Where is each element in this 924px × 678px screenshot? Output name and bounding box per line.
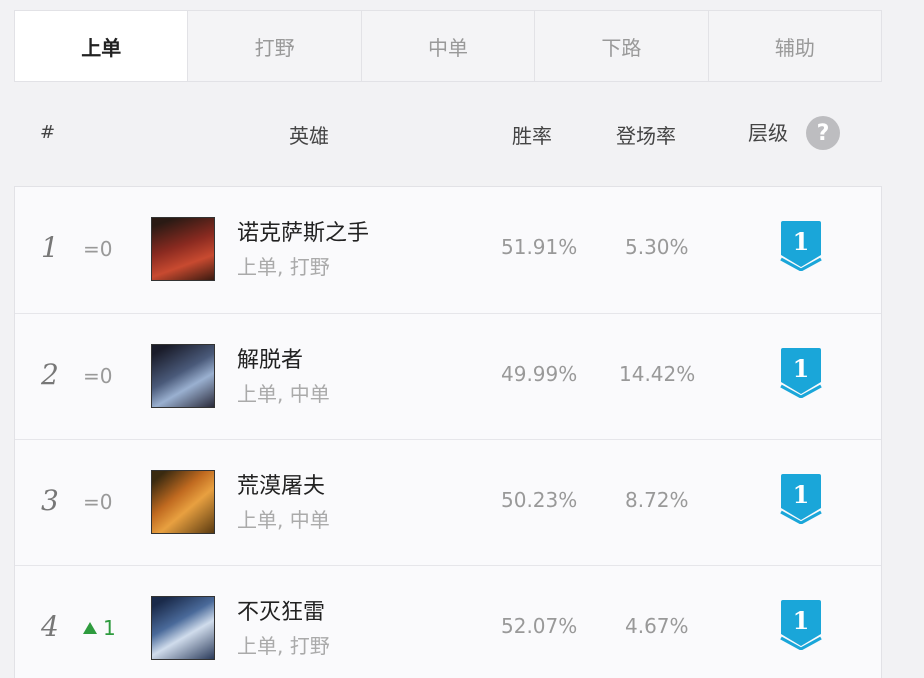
hero-name[interactable]: 解脱者 — [237, 342, 303, 374]
tier-value: 1 — [793, 480, 810, 509]
hero-avatar[interactable] — [151, 596, 215, 660]
rank-number: 2 — [41, 358, 59, 391]
rank-change: =0 — [83, 364, 113, 388]
hero-name[interactable]: 不灭狂雷 — [237, 594, 325, 626]
win-rate: 51.91% — [501, 235, 578, 259]
tier-value: 1 — [793, 606, 810, 635]
tier-value: 1 — [793, 227, 810, 256]
win-rate: 50.23% — [501, 488, 578, 512]
hero-roles: 上单, 中单 — [237, 508, 330, 532]
win-rate: 49.99% — [501, 362, 578, 386]
header-pick-rate[interactable]: 登场率 — [616, 120, 676, 149]
header-tier[interactable]: 层级 — [748, 117, 788, 146]
pick-rate: 14.42% — [619, 362, 696, 386]
table-row[interactable]: 2 =0 解脱者 上单, 中单 49.99% 14.42% 1 — [15, 313, 881, 439]
tier-badge-icon: 1 — [780, 600, 822, 650]
tab-jungle[interactable]: 打野 — [187, 11, 360, 81]
hero-avatar[interactable] — [151, 217, 215, 281]
help-icon[interactable]: ? — [806, 116, 840, 150]
tier-value: 1 — [793, 354, 810, 383]
table-row[interactable]: 3 =0 荒漠屠夫 上单, 中单 50.23% 8.72% 1 — [15, 439, 881, 565]
header-hero[interactable]: 英雄 — [289, 120, 329, 149]
rank-change: =0 — [83, 490, 113, 514]
hero-roles: 上单, 打野 — [237, 634, 330, 658]
tier-badge-icon: 1 — [780, 221, 822, 271]
tab-bottom[interactable]: 下路 — [534, 11, 707, 81]
hero-avatar[interactable] — [151, 344, 215, 408]
tab-support[interactable]: 辅助 — [707, 11, 881, 81]
rank-number: 3 — [41, 484, 59, 517]
trend-up-icon — [83, 622, 97, 634]
table-header: # 英雄 胜率 登场率 层级 ? — [14, 82, 882, 186]
table-row[interactable]: 1 =0 诺克萨斯之手 上单, 打野 51.91% 5.30% 1 — [15, 187, 881, 313]
pick-rate: 5.30% — [625, 235, 689, 259]
hero-table: 1 =0 诺克萨斯之手 上单, 打野 51.91% 5.30% 1 2 =0 解… — [14, 186, 882, 678]
rank-number: 1 — [41, 231, 59, 264]
tier-list-panel: 上单 打野 中单 下路 辅助 # 英雄 胜率 登场率 层级 ? 1 =0 诺克萨… — [14, 10, 882, 678]
tab-top[interactable]: 上单 — [15, 11, 188, 81]
table-row[interactable]: 4 1 不灭狂雷 上单, 打野 52.07% 4.67% 1 — [15, 565, 881, 678]
hero-name[interactable]: 诺克萨斯之手 — [237, 215, 369, 247]
pick-rate: 4.67% — [625, 614, 689, 638]
tab-mid[interactable]: 中单 — [360, 11, 534, 81]
hero-roles: 上单, 打野 — [237, 255, 330, 279]
win-rate: 52.07% — [501, 614, 578, 638]
role-tabs: 上单 打野 中单 下路 辅助 — [14, 10, 882, 82]
hero-name[interactable]: 荒漠屠夫 — [237, 468, 325, 500]
header-rank[interactable]: # — [40, 122, 55, 143]
rank-change-value: 1 — [103, 616, 116, 640]
rank-change: 1 — [83, 616, 116, 640]
hero-avatar[interactable] — [151, 470, 215, 534]
rank-change: =0 — [83, 237, 113, 261]
tier-badge-icon: 1 — [780, 348, 822, 398]
header-win-rate[interactable]: 胜率 — [512, 120, 552, 149]
hero-roles: 上单, 中单 — [237, 382, 330, 406]
tier-badge-icon: 1 — [780, 474, 822, 524]
rank-number: 4 — [41, 610, 59, 643]
pick-rate: 8.72% — [625, 488, 689, 512]
